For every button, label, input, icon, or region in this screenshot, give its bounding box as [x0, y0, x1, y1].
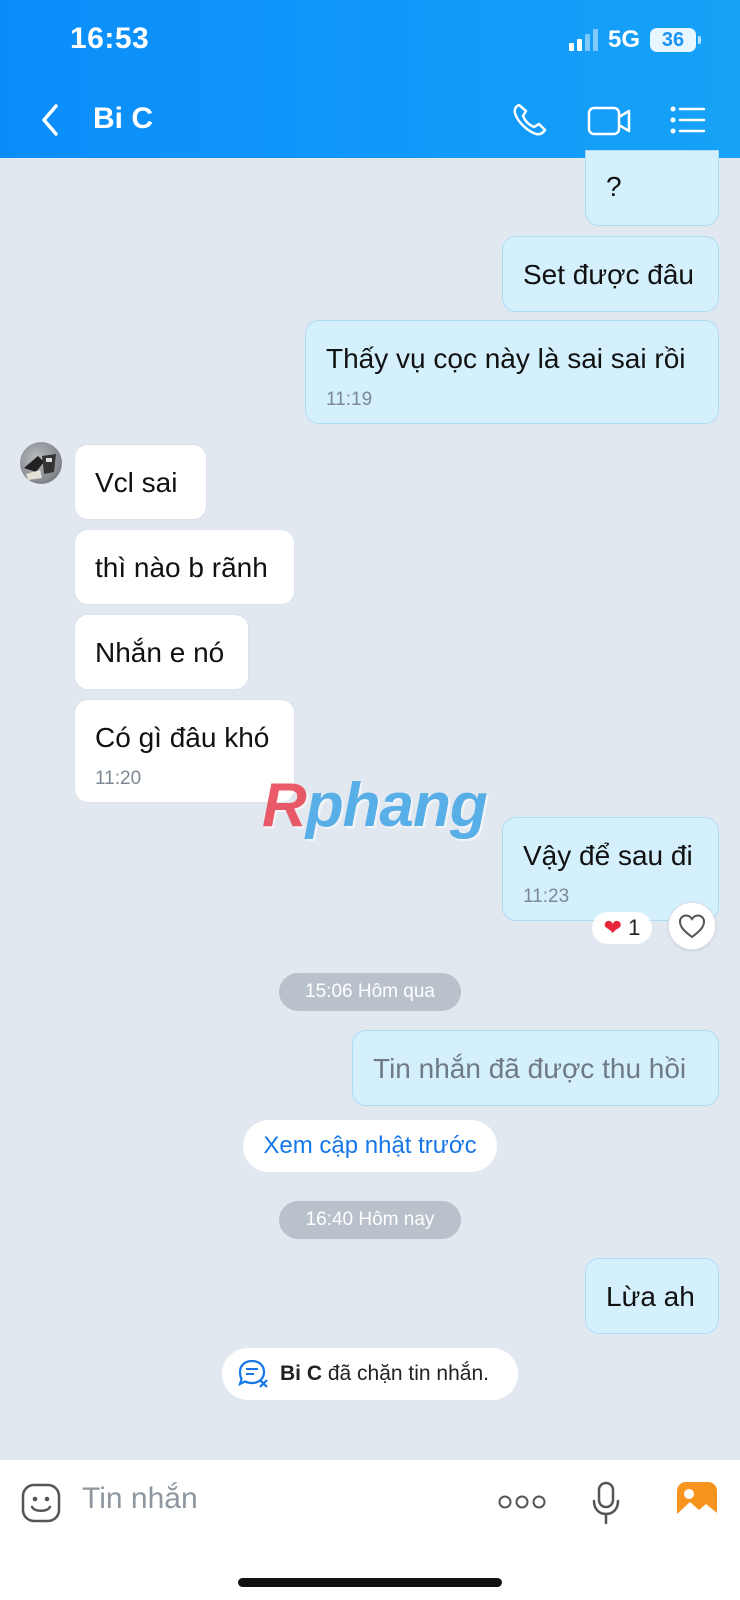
message-input[interactable]: Tin nhắn: [82, 1482, 198, 1516]
message-bubble-recalled[interactable]: Tin nhắn đã được thu hồi: [352, 1030, 719, 1106]
message-text: Thấy vụ cọc này là sai sai rồi: [326, 343, 686, 374]
blocked-contact-name: Bi C: [280, 1362, 322, 1385]
message-text: ?: [606, 171, 622, 202]
heart-reaction-icon: ❤: [603, 915, 623, 940]
menu-list-icon[interactable]: [668, 100, 708, 140]
microphone-icon[interactable]: [590, 1480, 622, 1526]
network-label: 5G: [607, 26, 640, 53]
message-time: 11:23: [523, 886, 570, 907]
chat-header: 16:53 5G 36 Bi C: [0, 0, 740, 158]
signal-icon: [568, 29, 598, 51]
message-bubble-sent[interactable]: ?: [585, 150, 719, 226]
heart-icon[interactable]: [668, 902, 716, 950]
message-text: Vcl sai: [95, 467, 178, 498]
contact-name[interactable]: Bi C: [93, 102, 153, 136]
message-text: thì nào b rãnh: [95, 552, 268, 583]
message-text: Lừa ah: [606, 1281, 695, 1312]
reaction-count: 1: [628, 915, 641, 940]
view-previous-updates-button[interactable]: Xem cập nhật trước: [243, 1120, 497, 1172]
blocked-chat-icon: [238, 1359, 268, 1388]
image-icon[interactable]: [675, 1480, 719, 1524]
message-bubble-sent[interactable]: Set được đâu: [502, 236, 719, 312]
message-text: Có gì đâu khó: [95, 722, 270, 753]
status-time: 16:53: [70, 22, 150, 55]
message-text: Nhắn e nó: [95, 637, 225, 668]
message-bubble-sent[interactable]: Lừa ah: [585, 1258, 719, 1334]
back-icon[interactable]: [36, 100, 66, 140]
message-text: Vậy để sau đi: [523, 840, 693, 871]
message-time: 11:20: [95, 768, 142, 789]
reaction-badge[interactable]: ❤ 1: [592, 912, 652, 944]
video-call-icon[interactable]: [586, 100, 632, 140]
phone-icon[interactable]: [510, 100, 550, 140]
message-time: 11:19: [326, 389, 373, 410]
message-bubble-received[interactable]: thì nào b rãnh: [74, 529, 295, 605]
avatar[interactable]: [20, 442, 62, 484]
message-bubble-received[interactable]: Vcl sai: [74, 444, 207, 520]
message-text: Tin nhắn đã được thu hồi: [373, 1053, 687, 1084]
home-indicator: [238, 1578, 502, 1587]
status-indicators: 5G 36: [568, 26, 701, 54]
blocked-notice: Bi C đã chặn tin nhắn.: [222, 1348, 518, 1400]
date-separator: 16:40 Hôm nay: [279, 1201, 461, 1239]
battery-icon: 36: [650, 28, 701, 52]
message-bubble-received[interactable]: Nhắn e nó: [74, 614, 249, 690]
sticker-icon[interactable]: [20, 1482, 62, 1524]
watermark-logo: Rphang: [262, 771, 488, 840]
blocked-text: Bi C đã chặn tin nhắn.: [280, 1362, 489, 1385]
message-text: Set được đâu: [523, 259, 694, 290]
more-icon[interactable]: [498, 1494, 546, 1510]
date-separator: 15:06 Hôm qua: [279, 973, 461, 1011]
message-bubble-sent[interactable]: Thấy vụ cọc này là sai sai rồi 11:19: [305, 320, 719, 424]
